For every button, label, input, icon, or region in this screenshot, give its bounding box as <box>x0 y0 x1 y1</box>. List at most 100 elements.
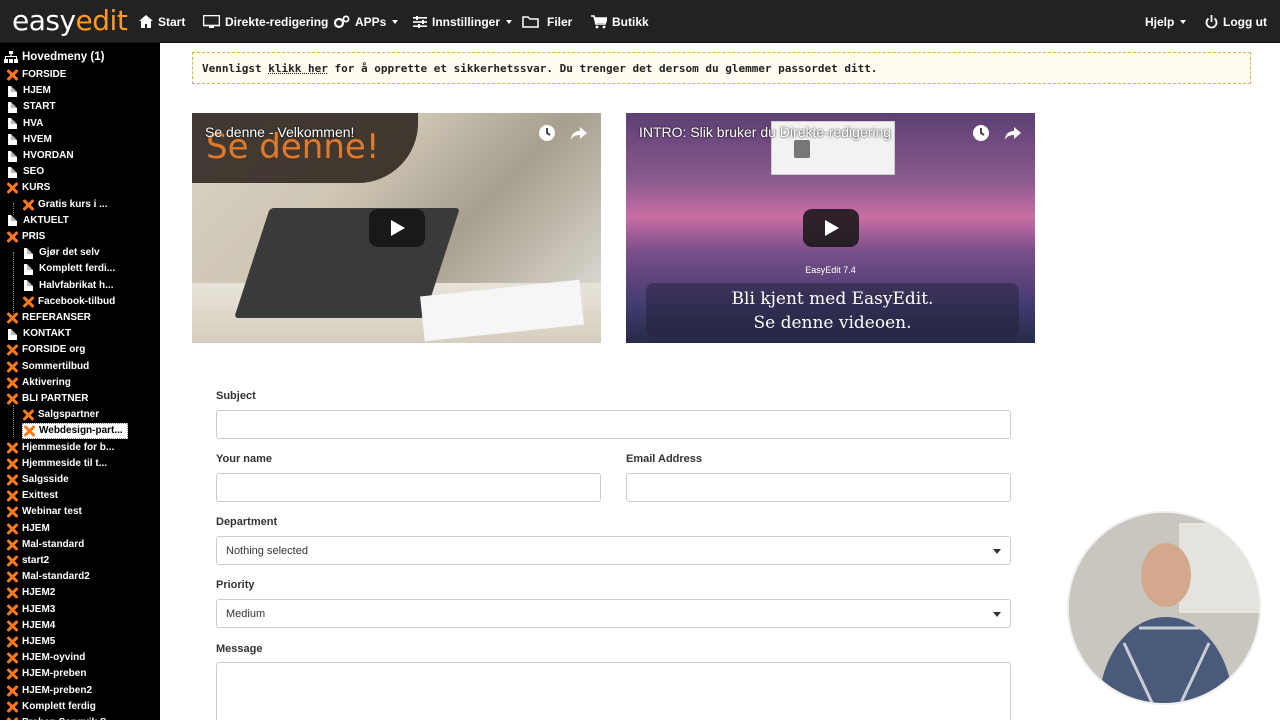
monitor-icon <box>203 14 220 28</box>
sidebar-item[interactable]: KURS <box>6 180 50 196</box>
sidebar-item-label: HJEM-oyvind <box>22 652 86 664</box>
sidebar-item[interactable]: AKTUELT <box>6 213 69 229</box>
sidebar-item[interactable]: HJEM3 <box>6 602 55 618</box>
department-label: Department <box>216 516 278 528</box>
nav-apps[interactable]: APPs <box>334 0 399 43</box>
sidebar-item-label: Mal-standard <box>22 538 85 550</box>
sliders-icon <box>413 15 427 28</box>
sidebar-item-label: Komplett ferdig <box>22 700 96 712</box>
unpublished-x-icon <box>23 425 35 437</box>
sidebar-item[interactable]: Mal-standard2 <box>6 569 90 585</box>
watch-later-icon[interactable] <box>972 124 990 142</box>
play-button[interactable] <box>368 209 425 247</box>
unpublished-x-icon <box>6 620 18 632</box>
sidebar-item[interactable]: HJEM <box>6 83 51 99</box>
sidebar-item[interactable]: Exittest <box>6 488 58 504</box>
sidebar-item[interactable]: START <box>6 99 56 115</box>
page-icon <box>8 166 17 178</box>
nav-butikk[interactable]: Butikk <box>591 0 649 43</box>
sidebar-tree: Hovedmeny (1) FORSIDE HJEM START HVA HVEM HVO… <box>0 43 160 720</box>
video-caption-line1: Bli kjent med EasyEdit. <box>731 289 934 309</box>
department-select[interactable]: Nothing selected <box>216 536 1011 565</box>
nav-hjelp[interactable]: Hjelp <box>1145 0 1187 43</box>
sidebar-item[interactable]: Gratis kurs i ... <box>22 197 107 213</box>
sidebar-item[interactable]: PRIS <box>6 229 45 245</box>
sidebar-item[interactable]: start2 <box>6 553 49 569</box>
sidebar-item[interactable]: Hjemmeside for b... <box>6 440 114 456</box>
notice-link[interactable]: klikk her <box>268 62 328 75</box>
video-welcome[interactable]: Se denne! Se denne - Velkommen! <box>192 113 601 343</box>
sidebar-item[interactable]: Komplett ferdi... <box>22 261 115 277</box>
sidebar-item[interactable]: HJEM-preben2 <box>6 683 92 699</box>
nav-start[interactable]: Start <box>139 0 185 43</box>
sidebar-item[interactable]: Mal-standard <box>6 537 84 553</box>
share-icon[interactable] <box>1004 124 1022 142</box>
sidebar-item[interactable]: Salgsside <box>6 472 69 488</box>
sidebar-item[interactable]: HJEM-oyvind <box>6 650 85 666</box>
share-icon[interactable] <box>570 124 588 142</box>
notice-text-before: Vennligst <box>202 62 269 75</box>
sidebar-item-label: START <box>23 101 56 113</box>
unpublished-x-icon <box>6 636 18 648</box>
video-title[interactable]: INTRO: Slik bruker du Direkte-redigering <box>639 124 891 140</box>
logo-part-easy: easy <box>12 4 76 37</box>
sidebar-item[interactable]: Aktivering <box>6 375 71 391</box>
sidebar-item[interactable]: HJEM4 <box>6 618 55 634</box>
power-icon <box>1205 14 1218 28</box>
video-caption-line2: Se denne videoen. <box>753 313 912 333</box>
sidebar-item-label: Hjemmeside til t... <box>22 457 108 469</box>
home-icon <box>139 15 153 28</box>
sidebar-item-label: HJEM2 <box>22 587 56 599</box>
sidebar-item-label: Sommertilbud <box>22 360 90 372</box>
easyedit-logo[interactable]: easyedit <box>12 4 128 37</box>
sidebar-item[interactable]: Webdesign-part... <box>22 423 128 440</box>
sidebar-item-label: Webinar test <box>22 506 82 518</box>
sidebar-item[interactable]: BLI PARTNER <box>6 391 88 407</box>
sidebar-item[interactable]: Salgspartner <box>22 407 99 423</box>
email-input[interactable] <box>626 473 1011 502</box>
sidebar-item-label: Webdesign-part... <box>39 425 123 437</box>
subject-input[interactable] <box>216 410 1011 439</box>
sidebar-item[interactable]: HJEM5 <box>6 634 55 650</box>
play-button[interactable] <box>802 209 859 247</box>
sidebar-item-label: HVORDAN <box>23 150 74 161</box>
sidebar-item[interactable]: HVEM <box>6 132 52 148</box>
name-input[interactable] <box>216 473 601 502</box>
sidebar-item[interactable]: HJEM2 <box>6 585 55 601</box>
sidebar-item[interactable]: HVORDAN <box>6 148 74 164</box>
unpublished-x-icon <box>6 506 18 518</box>
notice-text-after: for å opprette et sikkerhetssvar. Du tre… <box>327 62 878 75</box>
nav-logg-ut[interactable]: Logg ut <box>1205 0 1267 43</box>
nav-filer[interactable]: Filer <box>522 0 572 43</box>
nav-innstillinger[interactable]: Innstillinger <box>413 0 513 43</box>
sidebar-item[interactable]: REFERANSER <box>6 310 91 326</box>
video-title[interactable]: Se denne - Velkommen! <box>205 124 354 140</box>
sidebar-item[interactable]: HJEM <box>6 521 50 537</box>
watch-later-icon[interactable] <box>538 124 556 142</box>
sidebar-item[interactable]: KONTAKT <box>6 326 71 342</box>
page-icon <box>24 247 33 259</box>
sidebar-item[interactable]: Hjemmeside til t... <box>6 456 107 472</box>
video-intro[interactable]: INTRO: Slik bruker du Direkte-redigering… <box>626 113 1035 343</box>
sidebar-item[interactable]: Webinar test <box>6 504 82 520</box>
sidebar-item[interactable]: HVA <box>6 116 43 132</box>
sidebar-item[interactable]: FORSIDE org <box>6 342 85 358</box>
sidebar-root[interactable]: Hovedmeny (1) <box>4 51 104 63</box>
sidebar-item-label: SEO <box>23 166 45 178</box>
webcam-overlay <box>1067 511 1261 705</box>
sidebar-item[interactable]: Sommertilbud <box>6 359 89 375</box>
sidebar-item[interactable]: Halvfabrikat h... <box>22 278 113 294</box>
nav-direkte-redigering[interactable]: Direkte-redigering <box>203 0 328 43</box>
sidebar-item[interactable]: SEO <box>6 164 44 180</box>
sidebar-item[interactable]: Komplett ferdig <box>6 699 96 715</box>
message-textarea[interactable] <box>216 662 1011 720</box>
sidebar-item-label: REFERANSER <box>22 312 91 323</box>
sidebar-item[interactable]: Preben Sangvik S... <box>6 715 115 720</box>
logo-part-edit: edit <box>75 4 128 37</box>
sidebar-item[interactable]: HJEM-preben <box>6 666 86 682</box>
sidebar-item[interactable]: Facebook-tilbud <box>22 294 115 310</box>
sidebar-item[interactable]: Gjør det selv <box>22 245 100 261</box>
priority-select[interactable]: Medium <box>216 599 1011 628</box>
sidebar-item[interactable]: FORSIDE <box>6 67 66 83</box>
video-caption: Bli kjent med EasyEdit. Se denne videoen… <box>646 283 1019 337</box>
